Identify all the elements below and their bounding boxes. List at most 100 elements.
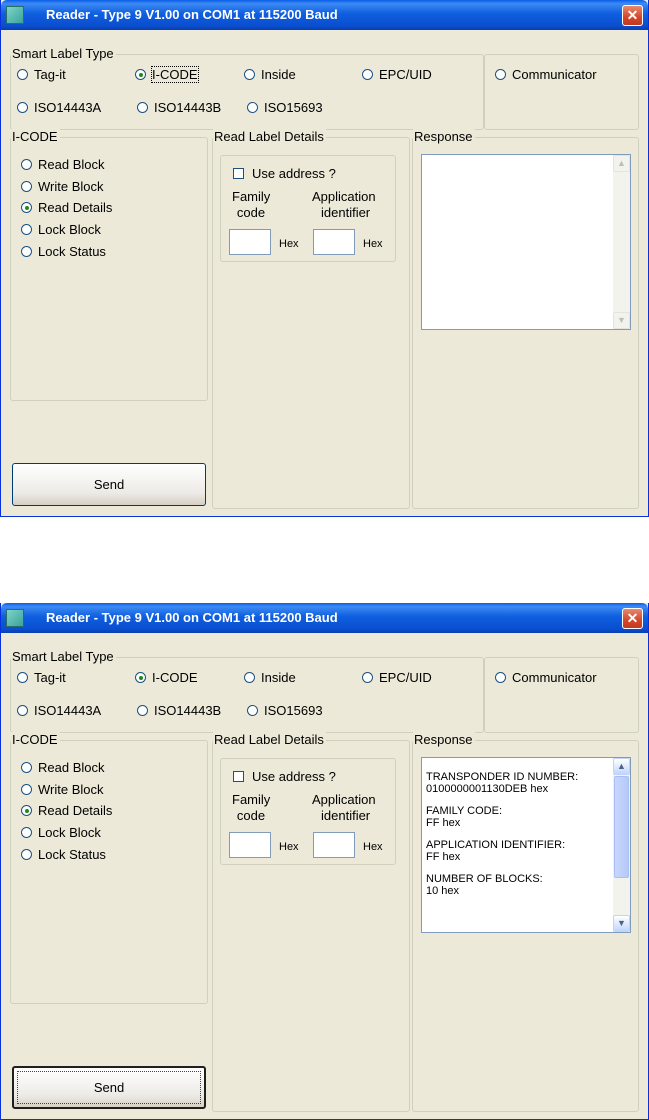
- app-id-label-1: Application: [312, 792, 376, 807]
- response-line: FF hex: [426, 851, 461, 863]
- app-id-input[interactable]: [313, 229, 355, 255]
- radio-inside[interactable]: Inside: [244, 67, 296, 82]
- smart-label-type-group: Smart Label Type: [10, 649, 484, 733]
- checkbox-box-icon: [233, 771, 244, 782]
- response-textbox[interactable]: TRANSPONDER ID NUMBER: 0100000001130DEB …: [421, 757, 631, 933]
- radio-circle-icon: [247, 102, 258, 113]
- radio-circle-icon: [17, 69, 28, 80]
- scroll-up-icon[interactable]: ▲: [613, 758, 630, 775]
- radio-label: Tag-it: [34, 670, 66, 685]
- window-title: Reader - Type 9 V1.00 on COM1 at 115200 …: [46, 7, 338, 22]
- radio-lock-block[interactable]: Lock Block: [21, 222, 101, 237]
- icode-group: I-CODE: [10, 732, 208, 1004]
- radio-tag-it[interactable]: Tag-it: [17, 67, 66, 82]
- app-id-label-2: identifier: [321, 205, 371, 220]
- radio-lock-status[interactable]: Lock Status: [21, 847, 106, 862]
- radio-label: ISO15693: [264, 100, 323, 115]
- radio-circle-icon: [244, 672, 255, 683]
- response-scrollbar[interactable]: ▲ ▼: [613, 758, 630, 932]
- title-bar[interactable]: Reader - Type 9 V1.00 on COM1 at 115200 …: [1, 0, 648, 30]
- radio-label: Read Block: [38, 157, 105, 172]
- response-textbox[interactable]: ▲ ▼: [421, 154, 631, 330]
- radio-circle-icon: [17, 672, 28, 683]
- app-id-hex-unit: Hex: [363, 238, 383, 250]
- radio-read-block[interactable]: Read Block: [21, 760, 104, 775]
- app-id-input[interactable]: [313, 832, 355, 858]
- radio-label: Communicator: [512, 670, 597, 685]
- radio-iso14443b[interactable]: ISO14443B: [137, 703, 221, 718]
- family-code-input[interactable]: [229, 229, 271, 255]
- scroll-down-icon[interactable]: ▼: [613, 915, 630, 932]
- radio-write-block[interactable]: Write Block: [21, 782, 104, 797]
- radio-label: EPC/UID: [379, 670, 432, 685]
- send-button-label: Send: [93, 477, 125, 492]
- communicator-group: [484, 54, 639, 130]
- response-line: 0100000001130DEB hex: [426, 783, 549, 795]
- family-code-input[interactable]: [229, 832, 271, 858]
- radio-epc-uid[interactable]: EPC/UID: [362, 67, 432, 82]
- app-icon: [6, 609, 24, 627]
- response-label: Response: [413, 129, 475, 144]
- window-title: Reader - Type 9 V1.00 on COM1 at 115200 …: [46, 610, 338, 625]
- radio-circle-icon: [362, 69, 373, 80]
- reader-window-after: Reader - Type 9 V1.00 on COM1 at 115200 …: [0, 603, 649, 1120]
- radio-i-code[interactable]: I-CODE: [135, 66, 199, 83]
- radio-label: ISO14443A: [34, 703, 102, 718]
- app-icon: [6, 6, 24, 24]
- radio-iso14443a[interactable]: ISO14443A: [17, 100, 101, 115]
- radio-circle-icon: [244, 69, 255, 80]
- radio-circle-icon: [21, 159, 32, 170]
- radio-circle-icon: [495, 672, 506, 683]
- radio-epc-uid[interactable]: EPC/UID: [362, 670, 432, 685]
- scroll-up-icon[interactable]: ▲: [613, 155, 630, 172]
- response-line: FAMILY CODE:: [426, 805, 503, 817]
- response-scrollbar[interactable]: ▲ ▼: [613, 155, 630, 329]
- radio-iso14443a[interactable]: ISO14443A: [17, 703, 101, 718]
- radio-communicator[interactable]: Communicator: [495, 670, 597, 685]
- icode-group-label: I-CODE: [11, 129, 60, 144]
- response-line: NUMBER OF BLOCKS:: [426, 873, 543, 885]
- client-area: Smart Label Type Tag-it I-CODE Inside EP…: [4, 633, 645, 1117]
- close-button[interactable]: ✕: [622, 608, 643, 629]
- radio-write-block[interactable]: Write Block: [21, 179, 104, 194]
- family-code-label-2: code: [236, 205, 266, 220]
- title-bar[interactable]: Reader - Type 9 V1.00 on COM1 at 115200 …: [1, 603, 648, 633]
- scroll-thumb[interactable]: [614, 776, 629, 878]
- radio-lock-block[interactable]: Lock Block: [21, 825, 101, 840]
- radio-iso14443b[interactable]: ISO14443B: [137, 100, 221, 115]
- radio-inside[interactable]: Inside: [244, 670, 296, 685]
- scroll-down-icon[interactable]: ▼: [613, 312, 630, 329]
- radio-circle-icon: [247, 705, 258, 716]
- radio-iso15693[interactable]: ISO15693: [247, 100, 323, 115]
- radio-read-details[interactable]: Read Details: [21, 803, 112, 818]
- family-code-label-1: Family: [232, 792, 271, 807]
- radio-tag-it[interactable]: Tag-it: [17, 670, 66, 685]
- radio-label: I-CODE: [152, 670, 198, 685]
- radio-i-code[interactable]: I-CODE: [135, 670, 198, 685]
- response-line: 10 hex: [426, 885, 460, 897]
- send-button-label: Send: [93, 1080, 125, 1095]
- radio-lock-status[interactable]: Lock Status: [21, 244, 106, 259]
- icode-group-label: I-CODE: [11, 732, 60, 747]
- send-button[interactable]: Send: [12, 1066, 206, 1109]
- use-address-checkbox[interactable]: Use address ?: [233, 166, 336, 181]
- use-address-checkbox[interactable]: Use address ?: [233, 769, 336, 784]
- radio-read-block[interactable]: Read Block: [21, 157, 104, 172]
- radio-read-details[interactable]: Read Details: [21, 200, 112, 215]
- send-button[interactable]: Send: [12, 463, 206, 506]
- response-line: FF hex: [426, 817, 461, 829]
- radio-circle-icon: [21, 202, 32, 213]
- radio-circle-icon: [21, 762, 32, 773]
- family-code-label-1: Family: [232, 189, 271, 204]
- radio-label: Lock Block: [38, 222, 101, 237]
- close-button[interactable]: ✕: [622, 5, 643, 26]
- radio-label: ISO15693: [264, 703, 323, 718]
- client-area: Smart Label Type Tag-it I-CODE Inside EP…: [4, 30, 645, 514]
- radio-circle-icon: [17, 705, 28, 716]
- use-address-label: Use address ?: [252, 769, 336, 784]
- radio-iso15693[interactable]: ISO15693: [247, 703, 323, 718]
- app-id-label-1: Application: [312, 189, 376, 204]
- radio-label: Read Details: [38, 200, 113, 215]
- radio-communicator[interactable]: Communicator: [495, 67, 597, 82]
- response-blank-line: [426, 863, 611, 873]
